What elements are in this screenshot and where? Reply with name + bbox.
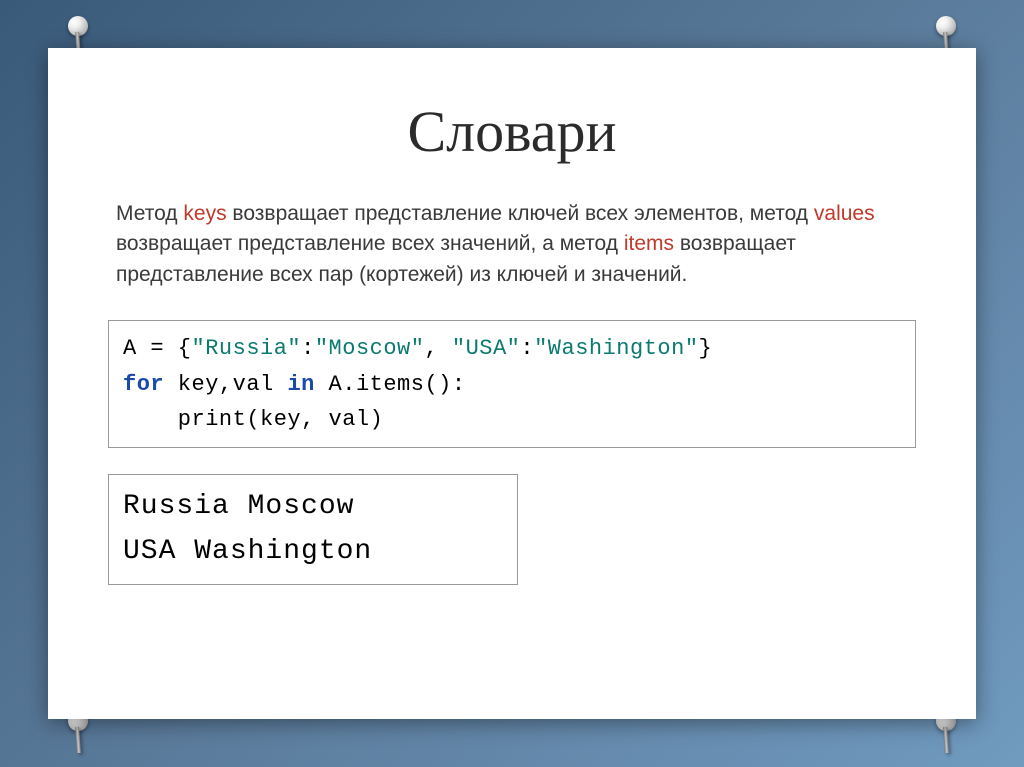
code-snippet: A = {"Russia":"Moscow", "USA":"Washingto… <box>108 320 916 448</box>
keyword-items: items <box>624 232 674 255</box>
slide-card: Словари Метод keys возвращает представле… <box>48 48 976 719</box>
desc-text: Метод <box>116 202 183 225</box>
output-line: USA Washington <box>123 536 372 567</box>
output-snippet: Russia Moscow USA Washington <box>108 474 518 586</box>
slide-title: Словари <box>108 98 916 165</box>
output-line: Russia Moscow <box>123 491 354 522</box>
desc-text: возвращает представление всех значений, … <box>116 232 624 255</box>
desc-text: возвращает представление ключей всех эле… <box>227 202 814 225</box>
keyword-values: values <box>814 202 875 225</box>
slide-description: Метод keys возвращает представление ключ… <box>108 199 916 290</box>
keyword-keys: keys <box>183 202 226 225</box>
